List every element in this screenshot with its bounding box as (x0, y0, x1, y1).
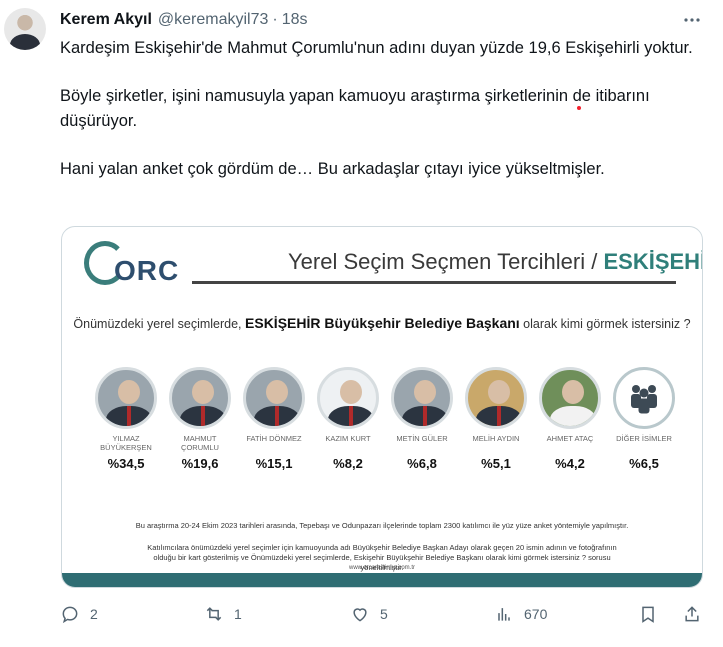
candidate-list: YILMAZ BÜYÜKERŞEN %34,5 MAHMUT ÇORUMLU %… (90, 367, 690, 477)
group-people-icon (613, 367, 675, 429)
like-button[interactable]: 5 (350, 604, 388, 624)
tweet-header: Kerem Akyıl @keremakyil73 · 18s (60, 9, 703, 31)
candidate-card: DİĞER İSİMLER %6,5 (608, 367, 680, 471)
candidate-card: METİN GÜLER %6,8 (386, 367, 458, 471)
tweet-paragraph: Böyle şirketler, işini namusuyla yapan k… (60, 87, 650, 130)
candidate-name: METİN GÜLER (396, 434, 448, 443)
candidate-card: MAHMUT ÇORUMLU %19,6 (164, 367, 236, 471)
author-handle[interactable]: @keremakyil73 (158, 11, 269, 29)
candidate-photo (539, 367, 601, 429)
poll-title: Yerel Seçim Seçmen Tercihleri / ESKİŞEHİ… (288, 249, 702, 275)
tweet-time[interactable]: 18s (282, 11, 308, 29)
reply-icon (62, 606, 78, 624)
candidate-photo (95, 367, 157, 429)
orc-logo: ORC (84, 241, 184, 291)
separator-dot: · (272, 11, 278, 28)
candidate-card: YILMAZ BÜYÜKERŞEN %34,5 (90, 367, 162, 471)
reply-button[interactable]: 2 (60, 604, 98, 624)
candidate-name: AHMET ATAÇ (546, 434, 594, 443)
repost-button[interactable]: 1 (204, 604, 242, 624)
question-bold: ESKİŞEHİR Büyükşehir Belediye Başkanı (245, 315, 520, 331)
heart-icon (353, 608, 367, 622)
repost-count: 1 (234, 606, 242, 622)
candidate-percentage: %19,6 (181, 456, 219, 471)
footer-url: www.orcarastirma.com.tr (348, 565, 415, 571)
candidate-percentage: %8,2 (333, 456, 363, 471)
views-button[interactable]: 670 (494, 604, 547, 624)
title-divider (192, 281, 676, 284)
candidate-name: DİĞER İSİMLER (616, 434, 672, 443)
views-icon (498, 608, 510, 621)
candidate-photo (243, 367, 305, 429)
candidate-name: MAHMUT ÇORUMLU (181, 434, 219, 452)
candidate-percentage: %15,1 (255, 456, 293, 471)
candidate-card: MELİH AYDIN %5,1 (460, 367, 532, 471)
tweet-paragraph: Hani yalan anket çok gördüm de… Bu arkad… (60, 160, 605, 178)
repost-icon (206, 607, 222, 621)
candidate-card: FATİH DÖNMEZ %15,1 (238, 367, 310, 471)
candidate-photo (465, 367, 527, 429)
tweet-actions: 2 1 5 670 (60, 600, 713, 632)
candidate-card: KAZIM KURT %8,2 (312, 367, 384, 471)
more-options-icon[interactable] (681, 9, 703, 31)
tweet-text: Kardeşim Eskişehir'de Mahmut Çorumlu'nun… (60, 36, 700, 205)
candidate-card: AHMET ATAÇ %4,2 (534, 367, 606, 471)
reply-count: 2 (90, 606, 98, 622)
poll-title-prefix: Yerel Seçim Seçmen Tercihleri / (288, 249, 604, 274)
author-name[interactable]: Kerem Akyıl (60, 11, 152, 29)
orc-logo-text: ORC (114, 255, 180, 286)
survey-method-note: Bu araştırma 20-24 Ekim 2023 tarihleri a… (135, 521, 629, 530)
candidate-photo (391, 367, 453, 429)
bookmark-button[interactable] (638, 604, 658, 624)
tweet-paragraph: Kardeşim Eskişehir'de Mahmut Çorumlu'nun… (60, 39, 693, 57)
tweet-media-image[interactable]: ORC Yerel Seçim Seçmen Tercihleri / ESKİ… (61, 226, 703, 588)
candidate-percentage: %6,5 (629, 456, 659, 471)
footer-bar (62, 573, 702, 587)
author-avatar[interactable] (4, 8, 46, 50)
candidate-name: FATİH DÖNMEZ (246, 434, 302, 443)
question-prefix: Önümüzdeki yerel seçimlerde, (73, 317, 246, 331)
like-count: 5 (380, 606, 388, 622)
question-suffix: olarak kimi görmek istersiniz ? (519, 317, 691, 331)
notification-dot (577, 106, 581, 110)
poll-question: Önümüzdeki yerel seçimlerde, ESKİŞEHİR B… (62, 315, 702, 331)
candidate-percentage: %34,5 (107, 456, 145, 471)
share-icon (685, 606, 699, 622)
poll-title-city: ESKİŞEHİR (603, 249, 702, 274)
candidate-photo (317, 367, 379, 429)
views-count: 670 (524, 606, 548, 622)
candidate-name: YILMAZ BÜYÜKERŞEN (100, 434, 152, 452)
candidate-name: KAZIM KURT (325, 434, 371, 443)
bookmark-icon (642, 606, 654, 623)
candidate-percentage: %6,8 (407, 456, 437, 471)
share-button[interactable] (682, 604, 702, 624)
candidate-percentage: %4,2 (555, 456, 585, 471)
candidate-name: MELİH AYDIN (472, 434, 520, 443)
candidate-percentage: %5,1 (481, 456, 511, 471)
candidate-photo (169, 367, 231, 429)
